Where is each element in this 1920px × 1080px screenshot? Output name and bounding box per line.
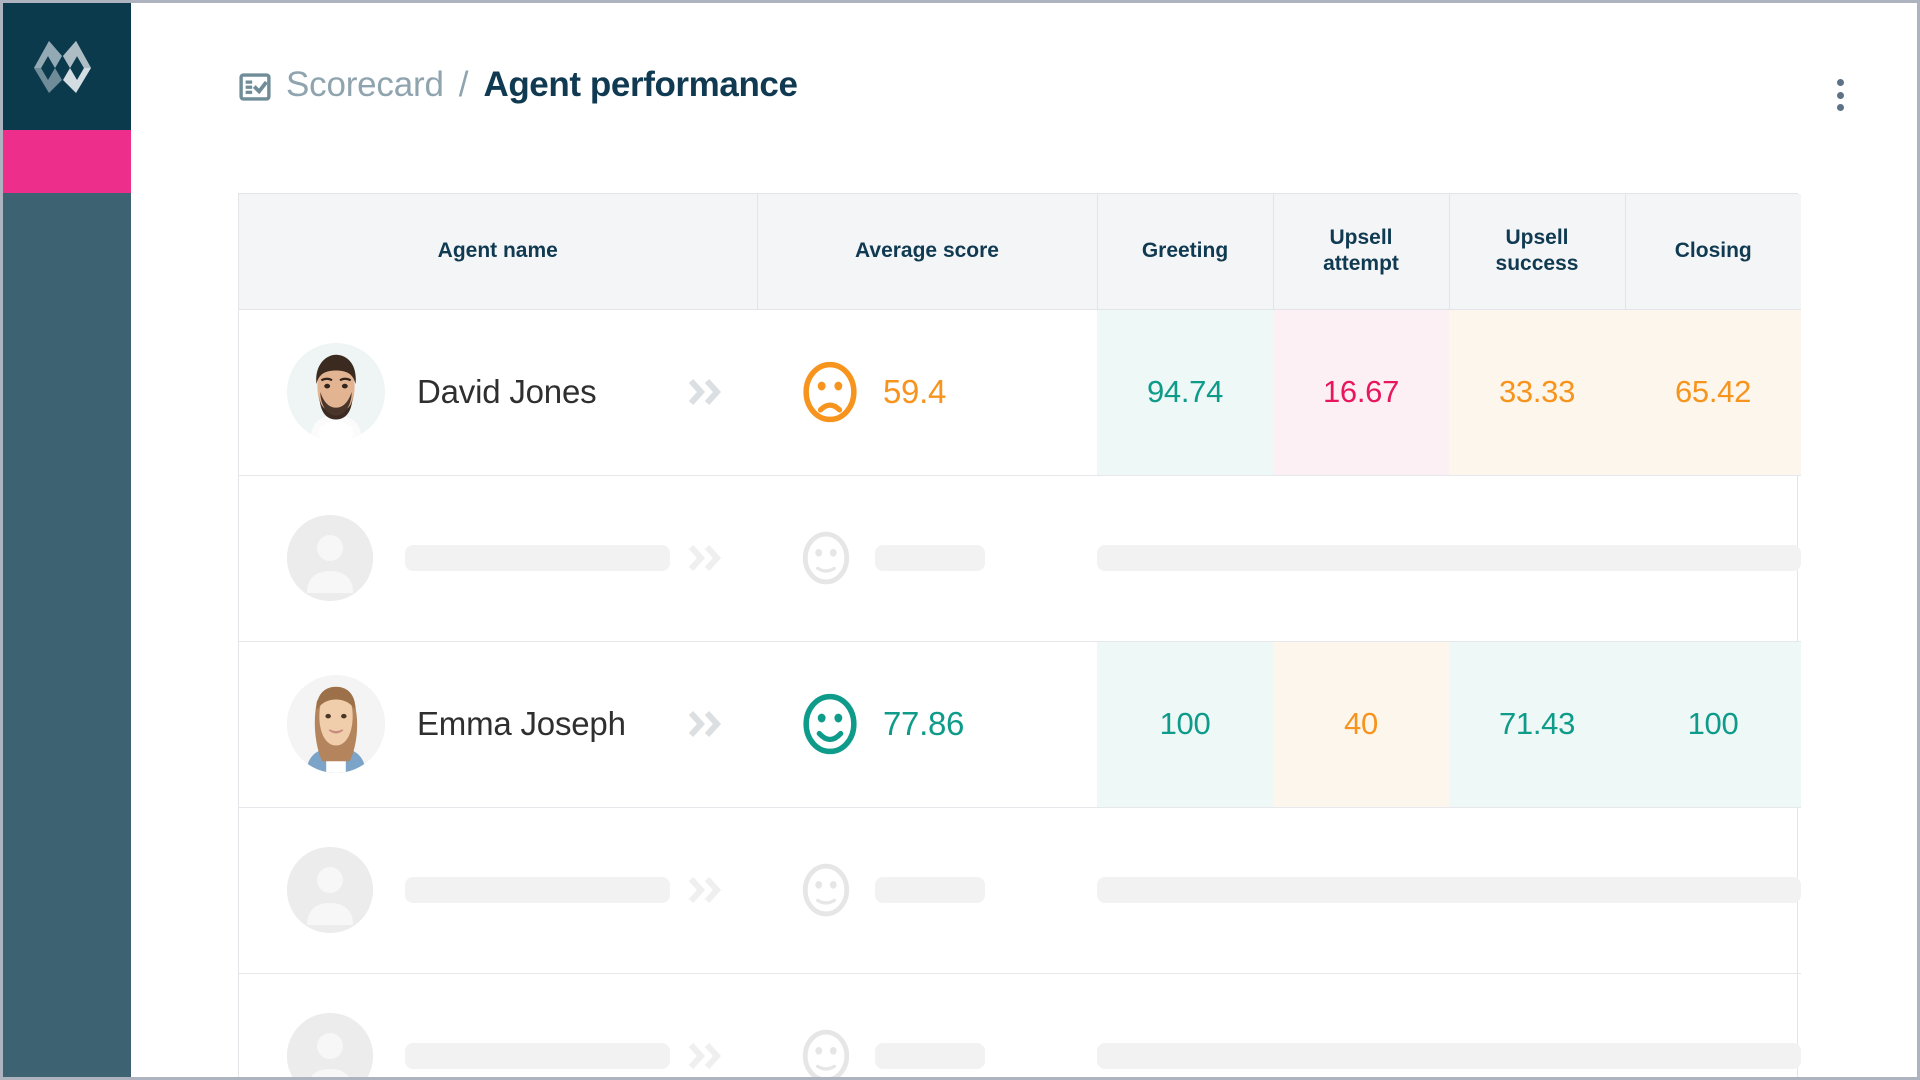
avatar-placeholder bbox=[287, 1013, 373, 1080]
kebab-menu-icon[interactable] bbox=[1825, 75, 1855, 115]
kebab-dot bbox=[1837, 79, 1844, 86]
scorecard-checklist-icon bbox=[238, 70, 272, 104]
chevron-double-right-icon bbox=[685, 541, 727, 575]
cell-metrics-skeleton bbox=[1097, 475, 1801, 641]
table-header: Agent name Average score Greeting Upsell… bbox=[239, 194, 1801, 309]
table-body: David Jones 59.4 94.7416.6733.3365.42 Emma … bbox=[239, 309, 1801, 1080]
column-header-average-score[interactable]: Average score bbox=[757, 194, 1097, 309]
avatar bbox=[287, 675, 385, 773]
score-placeholder-bar bbox=[875, 1043, 985, 1069]
column-header-greeting[interactable]: Greeting bbox=[1097, 194, 1273, 309]
name-placeholder-bar bbox=[405, 545, 670, 571]
chevron-double-right-icon bbox=[685, 873, 727, 907]
neutral-face-icon bbox=[799, 1029, 853, 1080]
cell-upsell-attempt[interactable]: 40 bbox=[1273, 641, 1449, 807]
cell-average-score-skeleton bbox=[757, 475, 1097, 641]
cell-average-score-skeleton bbox=[757, 807, 1097, 973]
chevron-double-right-icon[interactable] bbox=[685, 707, 727, 741]
table-row-skeleton bbox=[239, 475, 1801, 641]
app-window: Scorecard / Agent performance Agent name… bbox=[0, 0, 1920, 1080]
cell-agent-skeleton bbox=[239, 475, 757, 641]
column-header-agent-name[interactable]: Agent name bbox=[239, 194, 757, 309]
metrics-placeholder-bar bbox=[1097, 877, 1801, 903]
table-row-skeleton bbox=[239, 807, 1801, 973]
chevron-double-right-icon bbox=[685, 375, 727, 409]
breadcrumb-separator: / bbox=[459, 65, 469, 105]
cell-agent-skeleton bbox=[239, 973, 757, 1080]
chevron-double-right-icon bbox=[685, 1039, 727, 1073]
average-score-value: 59.4 bbox=[883, 373, 946, 411]
table-row[interactable]: Emma Joseph77.861004071.43100 bbox=[239, 641, 1801, 807]
column-header-upsell-success[interactable]: Upsell success bbox=[1449, 194, 1625, 309]
photo-woman-denim bbox=[287, 675, 385, 773]
avatar-placeholder bbox=[287, 847, 373, 933]
table-row[interactable]: David Jones 59.4 94.7416.6733.3365.42 bbox=[239, 309, 1801, 475]
cell-average-score-skeleton bbox=[757, 973, 1097, 1080]
cell-agent[interactable]: David Jones bbox=[239, 309, 757, 475]
kebab-dot bbox=[1837, 92, 1844, 99]
avatar-placeholder-icon bbox=[287, 515, 373, 601]
chevron-double-right-icon bbox=[685, 707, 727, 741]
breadcrumb-parent[interactable]: Scorecard bbox=[286, 65, 444, 105]
average-score-value: 77.86 bbox=[883, 705, 964, 743]
neutral-face-icon bbox=[799, 531, 853, 585]
agent-name: David Jones bbox=[417, 373, 596, 411]
cell-metrics-skeleton bbox=[1097, 807, 1801, 973]
name-placeholder-bar bbox=[405, 877, 670, 903]
neutral-face-icon bbox=[799, 863, 853, 917]
chevron-double-right-icon bbox=[685, 873, 727, 907]
sidebar bbox=[3, 3, 131, 1077]
sidebar-logo-block[interactable] bbox=[3, 3, 131, 130]
cell-average-score[interactable]: 77.86 bbox=[757, 641, 1097, 807]
page-header: Scorecard / Agent performance bbox=[131, 3, 1917, 193]
cell-agent-skeleton bbox=[239, 807, 757, 973]
avatar-placeholder bbox=[287, 515, 373, 601]
happy-face-icon bbox=[799, 693, 861, 755]
scorecard-table-container: Agent name Average score Greeting Upsell… bbox=[238, 193, 1798, 1080]
avatar-placeholder-icon bbox=[287, 847, 373, 933]
chevron-double-right-icon bbox=[685, 541, 727, 575]
cell-upsell-success[interactable]: 33.33 bbox=[1449, 309, 1625, 475]
kebab-dot bbox=[1837, 104, 1844, 111]
score-placeholder-bar bbox=[875, 545, 985, 571]
cell-closing[interactable]: 65.42 bbox=[1625, 309, 1801, 475]
table-row-skeleton bbox=[239, 973, 1801, 1080]
main-content: Scorecard / Agent performance Agent name… bbox=[131, 3, 1917, 1077]
cell-agent[interactable]: Emma Joseph bbox=[239, 641, 757, 807]
cell-upsell-attempt[interactable]: 16.67 bbox=[1273, 309, 1449, 475]
table-header-row: Agent name Average score Greeting Upsell… bbox=[239, 194, 1801, 309]
photo-man-beard bbox=[287, 343, 385, 441]
avatar-placeholder-icon bbox=[287, 1013, 373, 1080]
cell-greeting[interactable]: 100 bbox=[1097, 641, 1273, 807]
agent-name: Emma Joseph bbox=[417, 705, 626, 743]
cell-greeting[interactable]: 94.74 bbox=[1097, 309, 1273, 475]
sidebar-accent-bar bbox=[3, 130, 131, 193]
cell-closing[interactable]: 100 bbox=[1625, 641, 1801, 807]
column-header-closing[interactable]: Closing bbox=[1625, 194, 1801, 309]
cell-metrics-skeleton bbox=[1097, 973, 1801, 1080]
cell-upsell-success[interactable]: 71.43 bbox=[1449, 641, 1625, 807]
name-placeholder-bar bbox=[405, 1043, 670, 1069]
sad-face-icon bbox=[799, 361, 861, 423]
column-header-upsell-attempt[interactable]: Upsell attempt bbox=[1273, 194, 1449, 309]
score-placeholder-bar bbox=[875, 877, 985, 903]
metrics-placeholder-bar bbox=[1097, 545, 1801, 571]
chevron-double-right-icon bbox=[685, 1039, 727, 1073]
chevron-double-right-icon[interactable] bbox=[685, 375, 727, 409]
metrics-placeholder-bar bbox=[1097, 1043, 1801, 1069]
brand-logo-icon bbox=[31, 37, 103, 97]
breadcrumb: Scorecard / Agent performance bbox=[238, 65, 1917, 105]
agent-performance-table: Agent name Average score Greeting Upsell… bbox=[239, 194, 1801, 1080]
cell-average-score[interactable]: 59.4 bbox=[757, 309, 1097, 475]
avatar bbox=[287, 343, 385, 441]
page-title: Agent performance bbox=[483, 65, 797, 105]
